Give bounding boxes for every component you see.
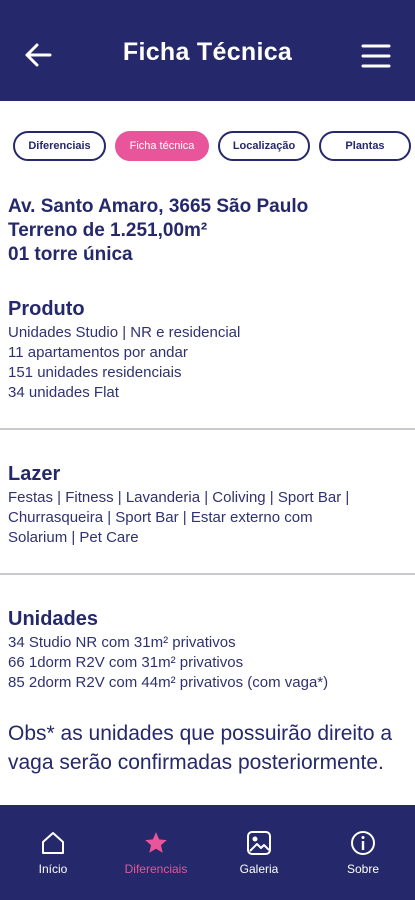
nav-diferenciais[interactable]: Diferenciais (116, 829, 196, 876)
tab-localizacao[interactable]: Localização (218, 131, 310, 161)
tab-bar: Diferenciais Ficha técnica Localização P… (0, 131, 415, 165)
list-item: Festas | Fitness | Lavanderia | Coliving… (8, 489, 350, 506)
nav-label: Início (38, 862, 68, 876)
list-item: Solarium | Pet Care (8, 529, 139, 546)
list-item: 11 apartamentos por andar (8, 344, 188, 361)
section-title: Unidades (8, 608, 99, 630)
unidades-section: Unidades 34 Studio NR com 31m² privativo… (8, 608, 408, 693)
star-icon (145, 832, 167, 853)
list-item: 66 1dorm R2V com 31m² privativos (8, 654, 244, 671)
section-title: Produto (8, 298, 85, 320)
tab-diferenciais[interactable]: Diferenciais (13, 131, 106, 161)
list-item: Unidades Studio | NR e residencial (8, 324, 241, 341)
list-item: 34 unidades Flat (8, 384, 119, 401)
produto-section: Produto Unidades Studio | NR e residenci… (8, 298, 408, 403)
land-area: Terreno de 1.251,00m² (8, 220, 208, 241)
section-body: Unidades Studio | NR e residencial 11 ap… (8, 323, 408, 403)
tower-count: 01 torre única (8, 244, 133, 265)
section-body: 34 Studio NR com 31m² privativos 66 1dor… (8, 633, 408, 693)
section-title: Lazer (8, 463, 61, 485)
info-icon (351, 831, 375, 855)
section-body: Festas | Fitness | Lavanderia | Coliving… (8, 488, 408, 548)
nav-sobre[interactable]: Sobre (323, 829, 403, 876)
nav-label: Galeria (239, 862, 279, 876)
bottom-nav: Início Diferenciais Galeria Sobre (0, 805, 415, 900)
list-item: 151 unidades residenciais (8, 364, 182, 381)
gallery-icon (247, 831, 271, 855)
home-icon (42, 832, 64, 854)
nav-label: Sobre (346, 862, 380, 876)
address-line: Av. Santo Amaro, 3665 São Paulo (8, 196, 309, 217)
hamburger-menu-icon[interactable] (361, 42, 391, 70)
tab-plantas[interactable]: Plantas (319, 131, 411, 161)
list-item: 34 Studio NR com 31m² privativos (8, 634, 236, 651)
app-header: Ficha Técnica (0, 0, 415, 101)
list-item: Churrasqueira | Sport Bar | Estar extern… (8, 509, 313, 526)
address-block: Av. Santo Amaro, 3665 São Paulo Terreno … (8, 195, 408, 267)
tab-ficha-tecnica[interactable]: Ficha técnica (115, 131, 209, 161)
obs-note: Obs* as unidades que possuirão direito a… (8, 722, 393, 774)
lazer-section: Lazer Festas | Fitness | Lavanderia | Co… (8, 463, 408, 548)
nav-galeria[interactable]: Galeria (219, 829, 299, 876)
nav-inicio[interactable]: Início (13, 829, 93, 876)
divider (0, 428, 415, 430)
list-item: 85 2dorm R2V com 44m² privativos (com va… (8, 674, 329, 691)
divider (0, 573, 415, 575)
page-title: Ficha Técnica (122, 38, 293, 66)
nav-label: Diferenciais (124, 862, 188, 876)
